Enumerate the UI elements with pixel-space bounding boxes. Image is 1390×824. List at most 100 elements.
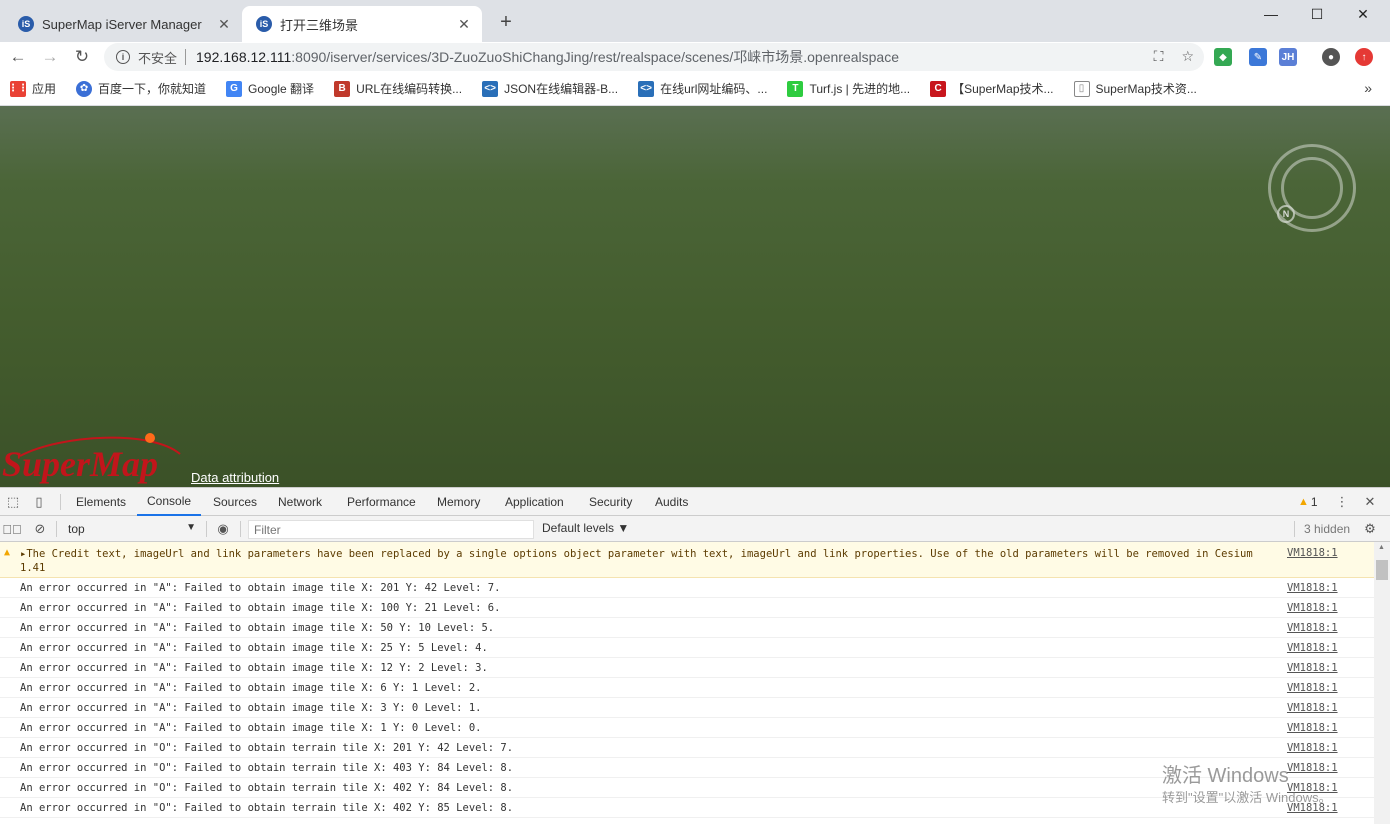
scrollbar-thumb[interactable] <box>1376 560 1388 580</box>
back-arrow-icon[interactable]: ← <box>5 44 31 70</box>
bookmark-star-icon[interactable]: ☆ <box>1181 48 1194 65</box>
context-value: top <box>68 522 85 536</box>
gear-icon[interactable]: ⚙ <box>1362 521 1378 537</box>
bookmark-google-translate[interactable]: G Google 翻译 <box>226 80 314 97</box>
maximize-icon[interactable]: ☐ <box>1294 0 1340 28</box>
console-source-link[interactable]: VM1818:1 <box>1287 662 1338 674</box>
address-bar[interactable]: i 不安全 192.168.12.111 :8090/iserver/servi… <box>104 43 1204 71</box>
close-icon[interactable]: ✕ <box>216 16 232 32</box>
console-source-link[interactable]: VM1818:1 <box>1287 682 1338 694</box>
console-log-row[interactable]: An error occurred in "A": Failed to obta… <box>0 718 1374 738</box>
console-source-link[interactable]: VM1818:1 <box>1287 742 1338 754</box>
tab-memory[interactable]: Memory <box>437 488 480 516</box>
cesium-3d-viewport[interactable]: N SuperMap Data attribution <box>0 106 1390 487</box>
console-log-row[interactable]: An error occurred in "O": Failed to obta… <box>0 738 1374 758</box>
console-source-link[interactable]: VM1818:1 <box>1287 582 1338 594</box>
clear-console-icon[interactable]: ⊘ <box>32 521 48 537</box>
warning-count-badge[interactable]: ▲ 1 <box>1298 495 1318 509</box>
compass-icon[interactable]: N <box>1268 144 1356 232</box>
new-tab-plus-icon[interactable]: + <box>494 10 518 34</box>
tab-network[interactable]: Network <box>278 488 322 516</box>
console-source-link[interactable]: VM1818:1 <box>1287 762 1338 774</box>
console-log-row[interactable]: An error occurred in "O": Failed to obta… <box>0 778 1374 798</box>
tab-performance[interactable]: Performance <box>347 488 416 516</box>
bookmark-apps[interactable]: ⋮⋮ 应用 <box>8 80 56 97</box>
turf-t-icon: T <box>787 80 804 97</box>
tab-application[interactable]: Application <box>505 488 564 516</box>
eye-icon[interactable]: ◉ <box>215 521 231 537</box>
device-toggle-icon[interactable]: ▯ <box>31 494 47 510</box>
console-message-text: An error occurred in "A": Failed to obta… <box>20 581 501 594</box>
divider <box>240 521 241 537</box>
console-log-row[interactable]: An error occurred in "A": Failed to obta… <box>0 618 1374 638</box>
console-source-link[interactable]: VM1818:1 <box>1287 642 1338 654</box>
console-toolbar: ▶⃞ ⊘ top ▼ ◉ Default levels ▼ 3 hidden ⚙ <box>0 516 1390 542</box>
inspect-element-icon[interactable]: ⬚ <box>5 494 21 510</box>
console-log-row[interactable]: An error occurred in "A": Failed to obta… <box>0 578 1374 598</box>
tab-sources[interactable]: Sources <box>213 488 257 516</box>
console-log-row[interactable]: An error occurred in "A": Failed to obta… <box>0 638 1374 658</box>
context-select[interactable]: top ▼ <box>62 520 200 538</box>
warning-triangle-icon: ▲ <box>1298 496 1309 508</box>
console-scrollbar[interactable]: ▲ <box>1374 542 1390 824</box>
minimize-icon[interactable]: — <box>1248 0 1294 28</box>
chevron-right-double-icon[interactable]: » <box>1364 80 1372 96</box>
log-levels-dropdown[interactable]: Default levels ▼ <box>542 521 629 535</box>
divider <box>60 494 61 510</box>
hidden-messages-count[interactable]: 3 hidden <box>1304 522 1350 536</box>
reload-icon[interactable]: ↻ <box>69 44 95 70</box>
translate-icon[interactable]: ⛶ <box>1154 48 1164 65</box>
code-brackets-icon: <> <box>638 80 655 97</box>
forward-arrow-icon[interactable]: → <box>37 44 63 70</box>
console-log-row[interactable]: An error occurred in "O": Failed to obta… <box>0 798 1374 818</box>
console-log-row[interactable]: An error occurred in "A": Failed to obta… <box>0 698 1374 718</box>
close-icon[interactable]: ✕ <box>456 16 472 32</box>
console-source-link[interactable]: VM1818:1 <box>1287 602 1338 614</box>
north-indicator[interactable]: N <box>1277 205 1295 223</box>
bookmark-url-encoder[interactable]: <> 在线url网址编码、... <box>638 80 767 97</box>
bookmark-turf[interactable]: T Turf.js | 先进的地... <box>787 80 910 97</box>
extension-eyedropper-icon[interactable]: ✎ <box>1249 48 1267 66</box>
update-icon[interactable]: ↑ <box>1355 48 1373 66</box>
bookmark-url-encode[interactable]: B URL在线编码转换... <box>334 80 462 97</box>
info-icon[interactable]: i <box>116 50 130 64</box>
console-source-link[interactable]: VM1818:1 <box>1287 702 1338 714</box>
console-source-link[interactable]: VM1818:1 <box>1287 722 1338 734</box>
extension-color-icon[interactable]: ◆ <box>1214 48 1232 66</box>
data-attribution-link[interactable]: Data attribution <box>191 470 279 485</box>
supermap-logo: SuperMap <box>2 433 181 484</box>
tab-3d-scene[interactable]: iS 打开三维场景 ✕ <box>242 6 482 42</box>
console-source-link[interactable]: VM1818:1 <box>1287 547 1338 559</box>
kebab-menu-icon[interactable]: ⋮ <box>1334 494 1350 510</box>
console-source-link[interactable]: VM1818:1 <box>1287 802 1338 814</box>
extension-jh-icon[interactable]: JH <box>1279 48 1297 66</box>
console-warning-row[interactable]: ▲ ▸The Credit text, imageUrl and link par… <box>0 542 1374 578</box>
tab-console[interactable]: Console <box>137 488 202 516</box>
console-log-row[interactable]: An error occurred in "A": Failed to obta… <box>0 598 1374 618</box>
bookmark-baidu[interactable]: ✿ 百度一下，你就知道 <box>76 80 206 97</box>
google-translate-icon: G <box>226 80 243 97</box>
console-log-row[interactable]: An error occurred in "O": Failed to obta… <box>0 758 1374 778</box>
bookmark-json-editor[interactable]: <> JSON在线编辑器-B... <box>482 80 618 97</box>
console-log-row[interactable]: An error occurred in "A": Failed to obta… <box>0 678 1374 698</box>
bookmark-supermap-csdn[interactable]: C 【SuperMap技术... <box>930 80 1054 97</box>
devtools-panel: ⬚ ▯ Elements Console Sources Network Per… <box>0 487 1390 824</box>
close-icon[interactable]: ✕ <box>1340 0 1386 28</box>
profile-avatar-icon[interactable]: ● <box>1322 48 1340 66</box>
console-messages[interactable]: ▲ ▸The Credit text, imageUrl and link par… <box>0 542 1374 824</box>
close-icon[interactable]: ✕ <box>1362 494 1378 510</box>
bookmark-supermap-docs[interactable]: ▯ SuperMap技术资... <box>1073 80 1197 97</box>
divider <box>56 521 57 537</box>
scroll-up-arrow-icon[interactable]: ▲ <box>1378 544 1385 551</box>
tab-security[interactable]: Security <box>589 488 632 516</box>
console-log-row[interactable]: An error occurred in "A": Failed to obta… <box>0 658 1374 678</box>
console-source-link[interactable]: VM1818:1 <box>1287 622 1338 634</box>
tab-elements[interactable]: Elements <box>76 488 126 516</box>
tab-audits[interactable]: Audits <box>655 488 688 516</box>
console-message-text: An error occurred in "A": Failed to obta… <box>20 621 495 634</box>
security-status[interactable]: 不安全 <box>138 48 177 67</box>
sidebar-toggle-icon[interactable]: ▶⃞ <box>2 521 22 537</box>
console-filter-input[interactable] <box>248 520 534 539</box>
console-source-link[interactable]: VM1818:1 <box>1287 782 1338 794</box>
tab-iserver-manager[interactable]: iS SuperMap iServer Manager ✕ <box>4 6 242 42</box>
